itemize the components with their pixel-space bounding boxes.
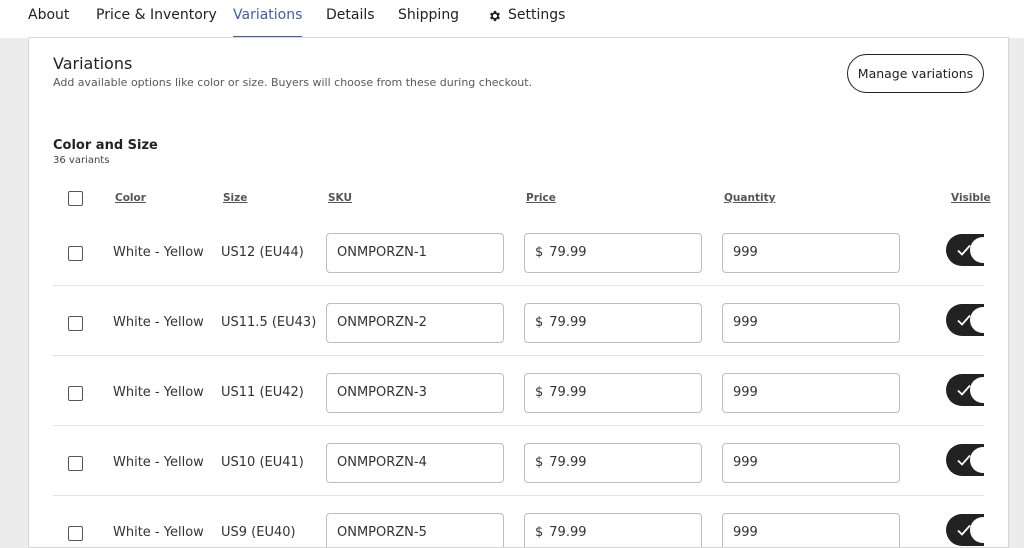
sku-value: ONMPORZN-3 <box>337 385 427 400</box>
visible-toggle[interactable] <box>946 304 984 336</box>
visible-toggle[interactable] <box>946 514 984 546</box>
tab-label: About <box>28 7 70 23</box>
color-cell: White - Yellow <box>113 525 204 540</box>
column-header-sku[interactable]: SKU <box>328 192 352 204</box>
price-input[interactable]: $79.99 <box>524 233 702 273</box>
tab-settings[interactable]: Settings <box>488 7 565 38</box>
table-row: White - Yellow US11.5 (EU43) ONMPORZN-2 … <box>53 286 984 356</box>
visible-toggle[interactable] <box>946 234 984 266</box>
color-cell: White - Yellow <box>113 315 204 330</box>
table-row: White - Yellow US9 (EU40) ONMPORZN-5 $79… <box>53 496 984 547</box>
row-checkbox[interactable] <box>68 316 83 331</box>
sku-input[interactable]: ONMPORZN-2 <box>326 303 504 343</box>
quantity-input[interactable]: 999 <box>722 443 900 483</box>
currency-symbol: $ <box>535 385 544 400</box>
sku-input[interactable]: ONMPORZN-1 <box>326 233 504 273</box>
toggle-knob <box>970 307 984 333</box>
sku-value: ONMPORZN-4 <box>337 455 427 470</box>
quantity-value: 999 <box>733 525 758 540</box>
quantity-value: 999 <box>733 245 758 260</box>
quantity-value: 999 <box>733 455 758 470</box>
tab-price-inventory[interactable]: Price & Inventory <box>96 7 217 38</box>
price-value: 79.99 <box>549 385 587 400</box>
quantity-value: 999 <box>733 315 758 330</box>
price-value: 79.99 <box>549 525 587 540</box>
gear-icon <box>490 10 500 22</box>
tab-about[interactable]: About <box>28 7 69 38</box>
section-description: Add available options like color or size… <box>53 76 533 89</box>
column-header-quantity[interactable]: Quantity <box>724 192 775 204</box>
toggle-knob <box>970 447 984 473</box>
quantity-value: 999 <box>733 385 758 400</box>
row-checkbox[interactable] <box>68 246 83 261</box>
currency-symbol: $ <box>535 315 544 330</box>
column-header-size[interactable]: Size <box>223 192 247 204</box>
price-value: 79.99 <box>549 245 587 260</box>
visible-toggle[interactable] <box>946 444 984 476</box>
price-input[interactable]: $79.99 <box>524 373 702 413</box>
variations-panel: Variations Add available options like co… <box>28 37 1009 548</box>
size-cell: US10 (EU41) <box>221 455 304 470</box>
currency-symbol: $ <box>535 455 544 470</box>
quantity-input[interactable]: 999 <box>722 233 900 273</box>
sku-value: ONMPORZN-5 <box>337 525 427 540</box>
tab-label: Variations <box>233 7 303 23</box>
row-checkbox[interactable] <box>68 456 83 471</box>
sku-input[interactable]: ONMPORZN-5 <box>326 513 504 547</box>
tab-label: Shipping <box>398 7 460 23</box>
table-row: White - Yellow US10 (EU41) ONMPORZN-4 $7… <box>53 426 984 496</box>
price-input[interactable]: $79.99 <box>524 303 702 343</box>
size-cell: US12 (EU44) <box>221 245 304 260</box>
toggle-knob <box>970 517 984 543</box>
select-all-checkbox[interactable] <box>68 191 83 206</box>
variation-group-title: Color and Size <box>53 138 158 153</box>
column-header-visible[interactable]: Visible <box>951 192 991 204</box>
tab-variations[interactable]: Variations <box>233 7 303 38</box>
price-input[interactable]: $79.99 <box>524 513 702 547</box>
color-cell: White - Yellow <box>113 245 204 260</box>
toggle-knob <box>970 237 984 263</box>
tab-details[interactable]: Details <box>326 7 375 38</box>
sku-input[interactable]: ONMPORZN-4 <box>326 443 504 483</box>
currency-symbol: $ <box>535 245 544 260</box>
price-value: 79.99 <box>549 455 587 470</box>
variants-table: White - Yellow US12 (EU44) ONMPORZN-1 $7… <box>53 216 984 547</box>
tab-label: Settings <box>508 7 566 23</box>
color-cell: White - Yellow <box>113 455 204 470</box>
quantity-input[interactable]: 999 <box>722 303 900 343</box>
toggle-knob <box>970 377 984 403</box>
row-checkbox[interactable] <box>68 386 83 401</box>
section-title: Variations <box>53 54 133 73</box>
sku-input[interactable]: ONMPORZN-3 <box>326 373 504 413</box>
row-checkbox[interactable] <box>68 526 83 541</box>
currency-symbol: $ <box>535 525 544 540</box>
quantity-input[interactable]: 999 <box>722 373 900 413</box>
tab-shipping[interactable]: Shipping <box>398 7 459 38</box>
size-cell: US9 (EU40) <box>221 525 296 540</box>
manage-variations-button[interactable]: Manage variations <box>847 54 984 93</box>
table-row: White - Yellow US12 (EU44) ONMPORZN-1 $7… <box>53 216 984 286</box>
column-header-color[interactable]: Color <box>115 192 146 204</box>
color-cell: White - Yellow <box>113 385 204 400</box>
size-cell: US11 (EU42) <box>221 385 304 400</box>
size-cell: US11.5 (EU43) <box>221 315 317 330</box>
variant-count: 36 variants <box>53 155 110 166</box>
tab-bar: About Price & Inventory Variations Detai… <box>0 0 1024 38</box>
sku-value: ONMPORZN-2 <box>337 315 427 330</box>
sku-value: ONMPORZN-1 <box>337 245 427 260</box>
column-header-price[interactable]: Price <box>526 192 556 204</box>
quantity-input[interactable]: 999 <box>722 513 900 547</box>
visible-toggle[interactable] <box>946 374 984 406</box>
table-row: White - Yellow US11 (EU42) ONMPORZN-3 $7… <box>53 356 984 426</box>
tab-label: Price & Inventory <box>96 7 217 23</box>
price-input[interactable]: $79.99 <box>524 443 702 483</box>
price-value: 79.99 <box>549 315 587 330</box>
tab-label: Details <box>326 7 375 23</box>
